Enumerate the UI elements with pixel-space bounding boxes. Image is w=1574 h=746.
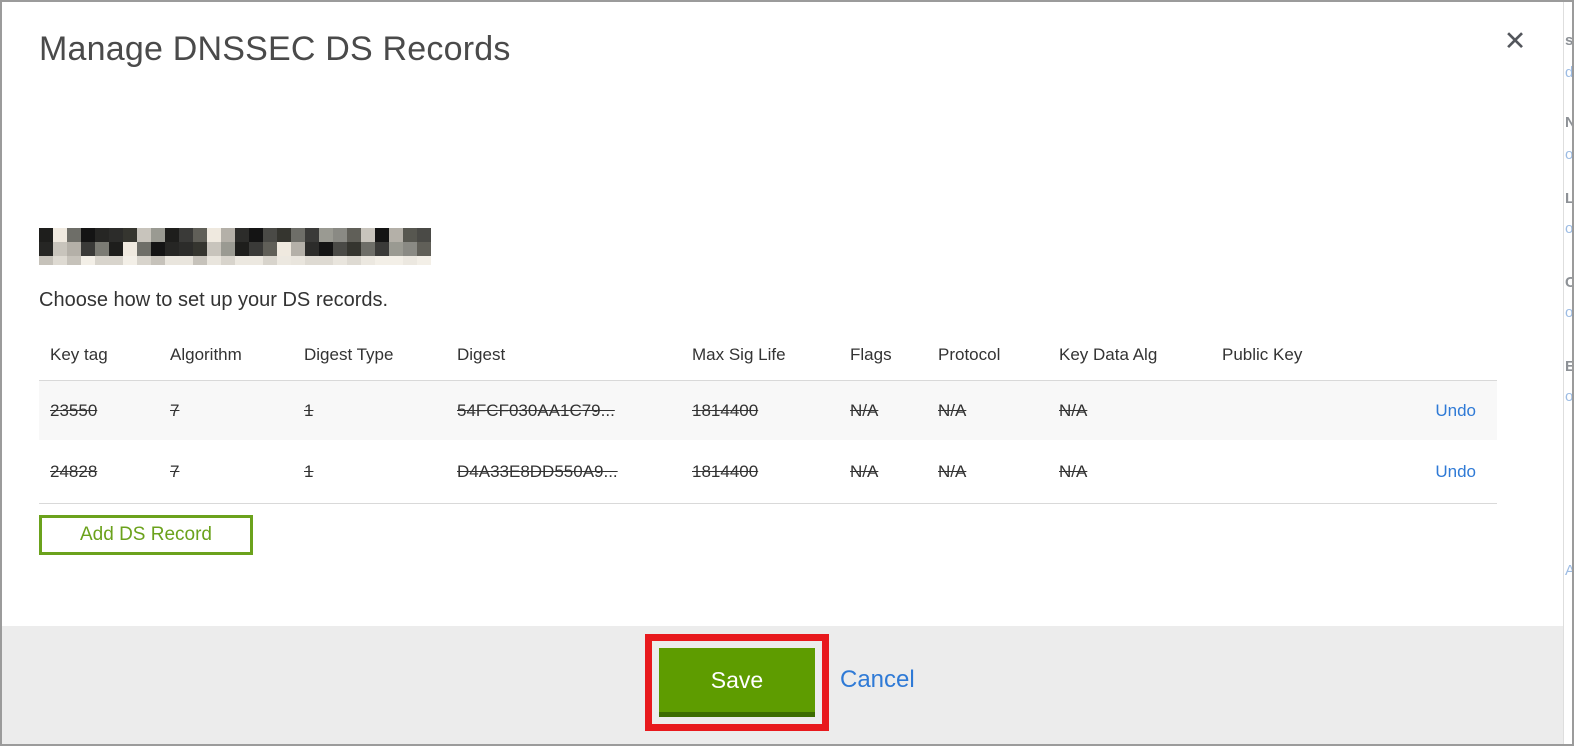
ds-records-table: Key tag Algorithm Digest Type Digest Max… <box>39 330 1497 504</box>
cell-digest-type: 1 <box>304 461 314 481</box>
cell-protocol: N/A <box>938 461 967 481</box>
cell-protocol: N/A <box>938 400 967 420</box>
save-highlight-annotation: Save <box>645 634 829 731</box>
column-header-max-sig-life: Max Sig Life <box>692 345 786 364</box>
column-header-key-tag: Key tag <box>50 345 108 364</box>
cell-key-tag: 24828 <box>50 461 98 481</box>
cell-max-sig-life: 1814400 <box>692 400 759 420</box>
close-icon[interactable]: ✕ <box>1500 26 1530 56</box>
column-header-public-key: Public Key <box>1222 345 1303 364</box>
subtitle-text: Choose how to set up your DS records. <box>39 289 389 311</box>
save-button[interactable]: Save <box>659 648 815 717</box>
column-header-algorithm: Algorithm <box>170 345 242 364</box>
column-header-protocol: Protocol <box>938 345 1001 364</box>
dnssec-modal: Manage DNSSEC DS Records ✕ Choose how to… <box>0 0 1574 746</box>
cell-algorithm: 7 <box>170 400 180 420</box>
table-header-row: Key tag Algorithm Digest Type Digest Max… <box>39 330 1497 380</box>
table-row: 23550 7 1 54FCF030AA1C79... 1814400 N/A … <box>39 380 1497 440</box>
cell-flags: N/A <box>850 461 879 481</box>
cell-digest-type: 1 <box>304 400 314 420</box>
add-ds-record-button[interactable]: Add DS Record <box>39 515 253 555</box>
cell-digest: D4A33E8DD550A9... <box>457 461 618 481</box>
undo-link[interactable]: Undo <box>1435 462 1476 481</box>
column-header-digest-type: Digest Type <box>304 345 394 364</box>
page-title: Manage DNSSEC DS Records <box>39 30 511 68</box>
cell-max-sig-life: 1814400 <box>692 461 759 481</box>
redacted-domain-name <box>39 228 431 265</box>
modal-footer: Save Cancel <box>2 626 1564 744</box>
cell-algorithm: 7 <box>170 461 180 481</box>
column-header-key-data-alg: Key Data Alg <box>1059 345 1158 364</box>
cell-digest: 54FCF030AA1C79... <box>457 400 615 420</box>
cell-key-tag: 23550 <box>50 400 98 420</box>
cell-key-data-alg: N/A <box>1059 461 1088 481</box>
cell-flags: N/A <box>850 400 879 420</box>
undo-link[interactable]: Undo <box>1435 401 1476 420</box>
column-header-flags: Flags <box>850 345 892 364</box>
column-header-digest: Digest <box>457 345 506 364</box>
cell-key-data-alg: N/A <box>1059 400 1088 420</box>
background-page-strip: sdNoLoCoEoA <box>1563 2 1572 744</box>
cancel-link[interactable]: Cancel <box>840 666 915 694</box>
table-row: 24828 7 1 D4A33E8DD550A9... 1814400 N/A … <box>39 440 1497 504</box>
